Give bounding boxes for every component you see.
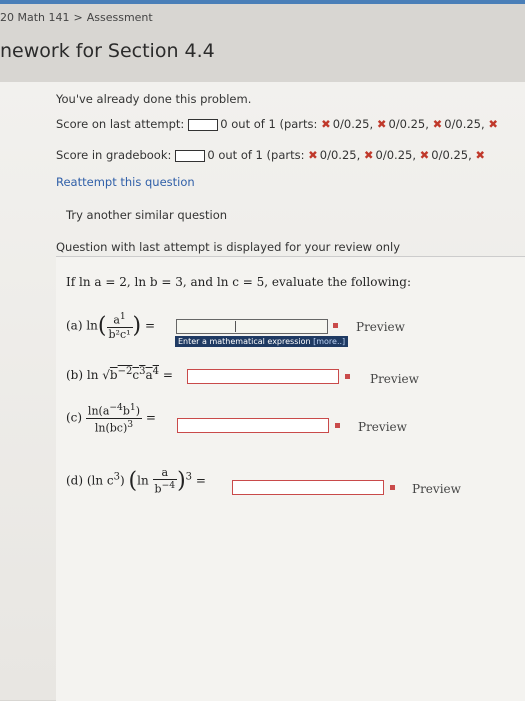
part-d-den-exp: −4	[161, 480, 176, 491]
x-mark-icon: ✖	[363, 148, 374, 162]
part-c-num-exp: −4	[109, 402, 123, 413]
part-b-expression: (b) ln √b−2c3a4 =	[66, 366, 173, 382]
score-last-part: 0/0.25,	[388, 117, 429, 131]
part-c-equals: =	[145, 410, 156, 425]
part-d-exp: 3	[113, 471, 121, 483]
error-square-icon	[345, 374, 350, 379]
review-only-note: Question with last attempt is displayed …	[56, 240, 401, 254]
part-d-outer-exp: 3	[185, 471, 193, 483]
part-b-preview-button[interactable]: Preview	[370, 372, 419, 386]
part-c-answer-input[interactable]	[177, 418, 329, 433]
problem-statement: If ln a = 2, ln b = 3, and ln c = 5, eva…	[66, 275, 412, 289]
x-mark-icon: ✖	[376, 117, 387, 131]
x-mark-icon: ✖	[488, 117, 498, 131]
part-d-inner-ln: ln	[137, 473, 149, 488]
x-mark-icon: ✖	[419, 148, 430, 162]
part-c-num-b-exp: 1	[129, 402, 136, 413]
part-b-answer-input[interactable]	[187, 369, 339, 384]
already-done-notice: You've already done this problem.	[56, 92, 252, 106]
part-d-expression: (d) (ln c3) (ln a b−4)3 =	[66, 466, 206, 496]
error-square-icon	[333, 323, 338, 328]
tooltip-more-link[interactable]: [more..]	[313, 337, 345, 346]
score-box	[175, 149, 206, 162]
breadcrumb-course[interactable]: 20 Math 141	[0, 11, 70, 24]
page-title: nework for Section 4.4	[0, 40, 215, 62]
part-c-den-exp: 3	[127, 418, 134, 430]
part-c-num-b: b	[122, 404, 130, 418]
part-a-fraction: a1 b²c¹	[106, 311, 133, 341]
paren-close: )	[132, 313, 142, 339]
part-d-den: b	[154, 482, 162, 496]
score-gradebook-value: 0 out of 1 (parts:	[207, 148, 305, 162]
part-c-label: (c)	[66, 410, 83, 425]
score-gradebook: Score in gradebook: 0 out of 1 (parts: ✖ 0…	[56, 148, 487, 162]
score-last-part: 0/0.25,	[332, 117, 374, 131]
part-a-preview-button[interactable]: Preview	[356, 320, 405, 334]
text-cursor	[235, 321, 236, 332]
part-c-preview-button[interactable]: Preview	[358, 420, 407, 434]
score-last-attempt: Score on last attempt: 0 out of 1 (parts:…	[56, 117, 500, 131]
paren-open: (	[97, 313, 107, 339]
part-d-label: (d) (ln c	[66, 473, 114, 488]
x-mark-icon: ✖	[308, 148, 318, 162]
score-gradebook-part: 0/0.25,	[375, 148, 416, 162]
part-a-label: (a) ln	[66, 318, 98, 333]
part-a-answer-input[interactable]	[176, 319, 328, 334]
part-b-var-b: b	[109, 368, 118, 382]
top-bar	[0, 0, 525, 4]
score-box	[188, 118, 219, 131]
tooltip-text: Enter a mathematical expression	[178, 337, 311, 346]
input-help-tooltip: Enter a mathematical expression [more..]	[175, 336, 349, 347]
error-square-icon	[390, 485, 395, 490]
breadcrumb-page[interactable]: Assessment	[87, 11, 153, 24]
part-b-exp3: 4	[152, 366, 159, 377]
x-mark-icon: ✖	[321, 117, 331, 131]
part-d-fraction: a b−4	[152, 466, 178, 496]
x-mark-icon: ✖	[432, 117, 443, 131]
part-c-num: ln(a	[87, 404, 110, 418]
part-c-expression: (c) ln(a−4b1) ln(bc)3 =	[66, 402, 156, 434]
paren-open: (	[128, 468, 138, 494]
breadcrumb-separator: >	[73, 11, 83, 24]
part-d-num: a	[152, 466, 178, 480]
score-last-label: Score on last attempt:	[56, 117, 185, 131]
similar-question-link[interactable]: Try another similar question	[66, 208, 227, 222]
reattempt-link[interactable]: Reattempt this question	[56, 175, 195, 189]
part-b-exp1: −2	[117, 366, 133, 377]
part-a-equals: =	[144, 318, 156, 333]
error-square-icon	[335, 423, 340, 428]
part-d-preview-button[interactable]: Preview	[412, 482, 461, 496]
part-b-equals: =	[162, 368, 173, 382]
part-b-radicand: b−2c3a4	[109, 366, 159, 382]
part-b-label: (b) ln	[66, 368, 99, 382]
part-b-var-a: a	[145, 368, 153, 382]
part-c-den: ln(bc)	[94, 421, 128, 435]
breadcrumb: 20 Math 141 > Assessment	[0, 11, 153, 24]
x-mark-icon: ✖	[475, 148, 486, 162]
part-a-expression: (a) ln(a1 b²c¹) =	[66, 311, 155, 341]
score-last-value: 0 out of 1 (parts:	[220, 117, 318, 131]
score-gradebook-label: Score in gradebook:	[56, 148, 172, 162]
part-d-answer-input[interactable]	[232, 480, 384, 495]
part-d-equals: =	[195, 473, 206, 488]
score-gradebook-part: 0/0.25,	[431, 148, 472, 162]
part-a-den: b²c¹	[108, 327, 131, 341]
sqrt-symbol: √	[102, 368, 110, 382]
score-last-part: 0/0.25,	[444, 117, 485, 131]
paren-close: )	[177, 468, 186, 494]
part-a-num-exp: 1	[119, 311, 126, 322]
part-c-fraction: ln(a−4b1) ln(bc)3	[85, 402, 143, 435]
score-gradebook-part: 0/0.25,	[319, 148, 361, 162]
